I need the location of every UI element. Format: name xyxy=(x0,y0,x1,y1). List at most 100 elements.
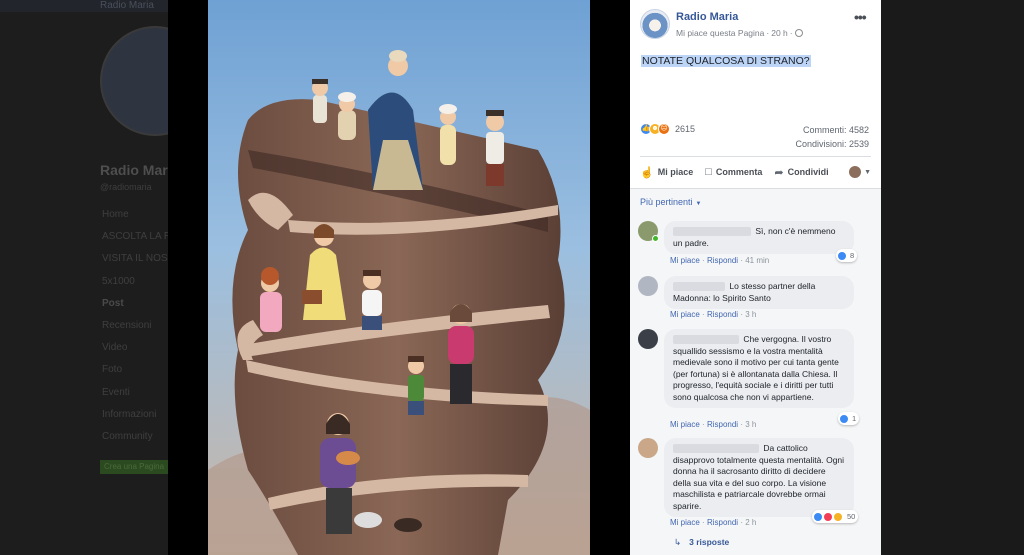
comment-reply-link[interactable]: Rispondi xyxy=(707,420,738,429)
background-nav-item: Eventi xyxy=(102,386,130,398)
comment-actions: Mi piace · Rispondi · 3 h xyxy=(670,420,756,429)
separator: · xyxy=(740,420,743,429)
replies-count: 3 risposte xyxy=(689,537,730,547)
reaction-audience-selector[interactable]: ▼ xyxy=(849,166,871,178)
comment-reactions[interactable]: 1 xyxy=(838,412,860,425)
like-reaction-icon xyxy=(839,413,849,424)
comment-actions: Mi piace · Rispondi · 2 h xyxy=(670,518,756,527)
background-nav-item: Video xyxy=(102,342,128,354)
thumbs-up-icon: ☝ xyxy=(640,166,654,179)
separator: · xyxy=(740,310,743,319)
like-reaction-icon xyxy=(837,250,847,261)
comment-sort-bar: Più pertinenti ▼ xyxy=(630,189,881,215)
comment-actions: Mi piace · Rispondi · 41 min xyxy=(670,256,769,265)
post-text: NOTATE QUALCOSA DI STRANO? xyxy=(641,55,811,67)
background-nav-item: Community xyxy=(102,430,153,442)
globe-icon xyxy=(794,29,803,37)
commenter-name-redacted[interactable] xyxy=(673,335,739,345)
chevron-down-icon: ▼ xyxy=(695,201,702,207)
background-nav-item: Recensioni xyxy=(102,319,152,331)
separator: · xyxy=(702,256,705,265)
reaction-count: 2615 xyxy=(675,124,696,134)
comment-bubble: Che vergogna. Il vostro squallido sessis… xyxy=(664,329,854,408)
share-arrow-icon: ➦ xyxy=(774,166,784,179)
commenter-avatar[interactable] xyxy=(638,438,658,458)
background-nav-item: ASCOLTA LA R xyxy=(102,231,172,243)
comment-reply-link[interactable]: Rispondi xyxy=(707,256,738,265)
commenter-name-redacted[interactable] xyxy=(673,444,759,454)
user-avatar xyxy=(849,166,862,178)
shares-count-link[interactable]: Condivisioni: 2539 xyxy=(795,139,869,149)
separator: · xyxy=(740,518,743,527)
comment-timestamp[interactable]: 41 min xyxy=(745,256,769,265)
comment-reaction-count: 8 xyxy=(850,251,855,260)
comment-reaction-count: 50 xyxy=(847,512,856,521)
view-replies-link[interactable]: ↳ 3 risposte xyxy=(674,537,729,548)
sort-label: Più pertinenti xyxy=(640,197,693,207)
love-reaction-icon xyxy=(823,511,833,522)
post-info-panel: Radio Maria Mi piace questa Pagina · 20 … xyxy=(630,0,881,555)
background-nav-item: Home xyxy=(102,209,129,220)
comment-timestamp[interactable]: 3 h xyxy=(745,310,756,319)
meta-separator: · xyxy=(789,28,793,38)
comment-timestamp[interactable]: 2 h xyxy=(745,518,756,527)
comment-like-link[interactable]: Mi piace xyxy=(670,518,700,527)
separator: · xyxy=(702,420,705,429)
commenter-avatar[interactable] xyxy=(638,276,658,296)
separator: · xyxy=(740,256,743,265)
comment-button[interactable]: □ Commenta xyxy=(705,166,762,178)
reactions-summary[interactable]: 👍 ☻ ☹ 2615 xyxy=(640,123,695,135)
speech-bubble-icon: □ xyxy=(705,166,712,178)
more-dots-icon[interactable]: ••• xyxy=(854,9,867,25)
background-page-handle: @radiomaria xyxy=(100,182,152,192)
share-button-label: Condividi xyxy=(787,167,829,177)
lightbox-margin xyxy=(881,0,1024,555)
background-page-nav: Home ASCOLTA LA R VISITA IL NOST 5x1000 Post… xyxy=(102,208,174,452)
post-meta: Mi piace questa Pagina · 20 h · xyxy=(676,28,803,38)
comment-button-label: Commenta xyxy=(715,167,763,177)
page-avatar[interactable] xyxy=(640,9,670,39)
comment-reply-link[interactable]: Rispondi xyxy=(707,518,738,527)
comment-text: Da cattolico disapprovo totalmente quest… xyxy=(673,443,845,511)
like-page-link[interactable]: Mi piace questa Pagina xyxy=(676,28,764,38)
like-button[interactable]: ☝ Mi piace xyxy=(640,166,693,179)
background-nav-item: Post xyxy=(102,297,124,309)
comment-bubble: Lo stesso partner della Madonna: lo Spir… xyxy=(664,276,854,309)
background-nav-item: Foto xyxy=(102,364,123,376)
like-reaction-icon xyxy=(813,511,823,522)
share-button[interactable]: ➦ Condividi xyxy=(774,166,828,179)
comment-bubble: Sì, non c'è nemmeno un padre. xyxy=(664,221,854,254)
comment-reactions[interactable]: 50 xyxy=(812,510,859,523)
comment-like-link[interactable]: Mi piace xyxy=(670,310,700,319)
comment-text: Che vergogna. Il vostro squallido sessis… xyxy=(673,334,839,402)
background-nav-item: Informazioni xyxy=(102,408,157,420)
comment-actions: Mi piace · Rispondi · 3 h xyxy=(670,310,756,319)
comments-count-link[interactable]: Commenti: 4582 xyxy=(803,125,869,135)
background-nav-item: VISITA IL NOST xyxy=(102,253,174,265)
commenter-name-redacted[interactable] xyxy=(673,227,751,237)
comment-like-link[interactable]: Mi piace xyxy=(670,420,700,429)
reply-arrow-icon: ↳ xyxy=(674,537,682,547)
commenter-avatar[interactable] xyxy=(638,329,658,349)
comment-reply-link[interactable]: Rispondi xyxy=(707,310,738,319)
comment-bubble: Da cattolico disapprovo totalmente quest… xyxy=(664,438,854,517)
post-timestamp[interactable]: 20 h xyxy=(771,28,788,38)
post-photo[interactable] xyxy=(208,0,590,555)
divider xyxy=(640,156,871,157)
comment-reactions[interactable]: 8 xyxy=(836,249,858,262)
page-name-link[interactable]: Radio Maria xyxy=(676,11,738,23)
comment-sort-dropdown[interactable]: Più pertinenti ▼ xyxy=(640,197,702,207)
comment-like-link[interactable]: Mi piace xyxy=(670,256,700,265)
like-button-label: Mi piace xyxy=(657,167,694,177)
illustration-family-on-cliff xyxy=(208,0,590,555)
separator: · xyxy=(702,518,705,527)
haha-reaction-icon xyxy=(833,511,843,522)
comment-timestamp[interactable]: 3 h xyxy=(745,420,756,429)
post-action-bar: ☝ Mi piace □ Commenta ➦ Condividi ▼ xyxy=(640,160,871,184)
chevron-down-icon: ▼ xyxy=(864,168,871,176)
separator: · xyxy=(702,310,705,319)
comment-reaction-count: 1 xyxy=(852,414,857,423)
commenter-name-redacted[interactable] xyxy=(673,282,725,292)
online-status-icon xyxy=(652,235,659,242)
angry-reaction-icon: ☹ xyxy=(658,123,670,135)
